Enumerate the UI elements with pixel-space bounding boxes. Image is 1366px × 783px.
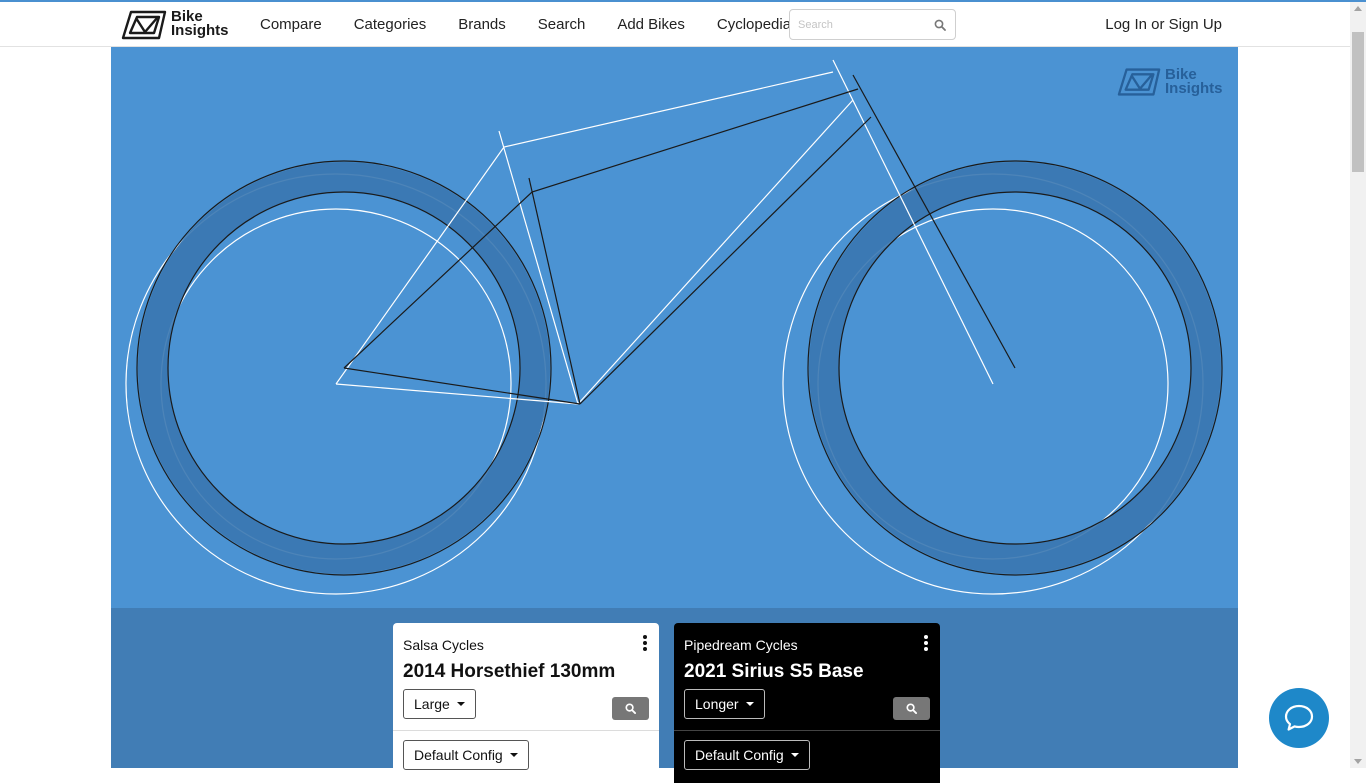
bike-a-fork [832,59,994,385]
bike-geometry-overlay [125,59,1223,595]
kebab-menu-icon[interactable] [922,635,930,651]
caret-down-icon [456,702,465,706]
nav-brands[interactable]: Brands [442,16,522,33]
caret-down-icon [509,753,518,757]
brand-logo[interactable]: Bike Insights [121,8,231,42]
card-divider [674,730,940,731]
kebab-menu-icon[interactable] [641,635,649,651]
geometry-overlay-canvas: Bike Insights [111,47,1238,608]
watermark-text: Bike Insights [1165,67,1223,97]
bike-b-frame [343,74,1016,405]
search-icon[interactable] [934,18,948,32]
comparison-panel: Salsa Cycles 2014 Horsethief 130mm Large… [111,608,1238,783]
config-dropdown[interactable]: Default Config [403,740,529,770]
login-signup-link[interactable]: Log In or Sign Up [1105,16,1222,33]
chat-bubble-icon [1284,704,1314,731]
nav-search[interactable]: Search [522,16,602,33]
scroll-down-arrow-icon[interactable] [1354,759,1362,764]
config-dropdown-label: Default Config [414,747,503,763]
caret-down-icon [745,702,754,706]
bike-card-brand: Pipedream Cycles [684,637,798,653]
chat-button[interactable] [1269,688,1329,748]
watermark-line-2: Insights [1165,80,1223,97]
bike-card-2: Pipedream Cycles 2021 Sirius S5 Base Lon… [674,623,940,783]
search-box [789,9,956,40]
nav-links: Compare Categories Brands Search Add Bik… [244,2,807,47]
size-dropdown-label: Large [414,696,450,712]
bike-card-1: Salsa Cycles 2014 Horsethief 130mm Large… [393,623,659,783]
brand-line-2: Insights [171,22,229,39]
watermark-logo: Bike Insights [1117,66,1238,100]
search-input[interactable] [798,16,928,34]
bike-card-brand: Salsa Cycles [403,637,484,653]
page-scrollbar[interactable] [1350,2,1366,768]
watermark-logo-icon [1117,68,1161,96]
view-geometry-button[interactable] [893,697,930,720]
search-icon [906,703,917,714]
size-dropdown[interactable]: Longer [684,689,765,719]
bike-insights-logo-icon [121,10,167,40]
search-icon [625,703,636,714]
caret-down-icon [790,753,799,757]
bike-card-model: 2021 Sirius S5 Base [684,661,864,682]
bike-card-model: 2014 Horsethief 130mm [403,661,616,682]
scroll-up-arrow-icon[interactable] [1354,6,1362,11]
card-divider [393,730,659,731]
nav-add-bikes[interactable]: Add Bikes [601,16,701,33]
size-dropdown[interactable]: Large [403,689,476,719]
nav-categories[interactable]: Categories [338,16,443,33]
bike-b-tire-bands [138,162,1221,574]
config-dropdown-label: Default Config [695,747,784,763]
brand-name: Bike Insights [171,9,229,39]
navbar: Bike Insights Compare Categories Brands … [0,2,1350,47]
config-dropdown[interactable]: Default Config [684,740,810,770]
bike-b-seatstay-toptube [343,88,859,369]
bike-b-wheels [136,160,1223,576]
scroll-thumb[interactable] [1352,32,1364,172]
size-dropdown-label: Longer [695,696,739,712]
view-geometry-button[interactable] [612,697,649,720]
bike-a-wheels [125,173,1204,595]
nav-compare[interactable]: Compare [244,16,338,33]
